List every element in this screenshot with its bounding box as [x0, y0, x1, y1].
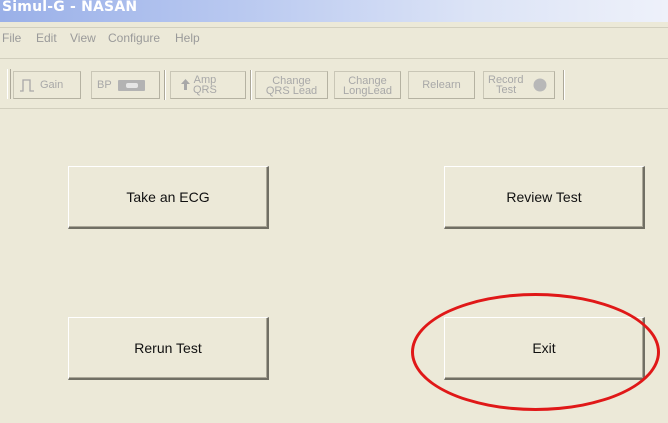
menu-edit[interactable]: Edit	[36, 31, 57, 45]
exit-label: Exit	[532, 340, 556, 356]
menu-file[interactable]: File	[2, 31, 21, 45]
review-test-label: Review Test	[506, 189, 582, 205]
window-title: Simul-G - NASAN	[2, 0, 138, 15]
review-test-button[interactable]: Review Test	[444, 166, 645, 229]
rerun-test-label: Rerun Test	[134, 340, 202, 356]
bp-button[interactable]: BP	[91, 71, 160, 99]
take-ecg-button[interactable]: Take an ECG	[68, 166, 269, 229]
arrow-up-icon	[181, 79, 190, 90]
menu-help[interactable]: Help	[175, 31, 200, 45]
qrs-label: QRS	[193, 84, 217, 96]
relearn-label: Relearn	[422, 79, 461, 91]
toolbar-separator	[250, 70, 252, 100]
menu-configure[interactable]: Configure	[108, 31, 160, 45]
relearn-button[interactable]: Relearn	[408, 71, 475, 99]
exit-button[interactable]: Exit	[444, 317, 645, 380]
change-qrs-lead-button[interactable]: Change QRS Lead	[255, 71, 328, 99]
qrs-lead-label: QRS Lead	[265, 85, 318, 97]
menu-bar: File Edit View Configure Help	[0, 31, 668, 49]
menubar-top-divider	[0, 27, 668, 28]
take-ecg-label: Take an ECG	[126, 189, 210, 205]
title-bar: Simul-G - NASAN	[0, 0, 668, 22]
toolbar-separator	[164, 70, 166, 100]
menubar-bottom-divider	[0, 58, 668, 59]
bp-cuff-icon	[118, 80, 145, 91]
toolbar-bottom-divider	[0, 108, 668, 109]
gain-button[interactable]: Gain	[13, 71, 81, 99]
change-long-lead-button[interactable]: Change LongLead	[334, 71, 401, 99]
long-lead-label: LongLead	[343, 85, 392, 97]
rerun-test-button[interactable]: Rerun Test	[68, 317, 269, 380]
test-label: Test	[496, 84, 517, 96]
toolbar-separator	[563, 70, 565, 100]
toolbar: Gain BP Amp QRS Change QRS Lead Change L…	[0, 67, 668, 103]
bp-label: BP	[97, 79, 112, 91]
menu-view[interactable]: View	[70, 31, 96, 45]
gain-label: Gain	[40, 79, 64, 91]
toolbar-grip[interactable]	[7, 69, 11, 99]
pulse-icon	[20, 79, 34, 92]
record-dot-icon	[533, 78, 547, 92]
record-test-button[interactable]: Record Test	[483, 71, 555, 99]
amp-qrs-button[interactable]: Amp QRS	[170, 71, 246, 99]
